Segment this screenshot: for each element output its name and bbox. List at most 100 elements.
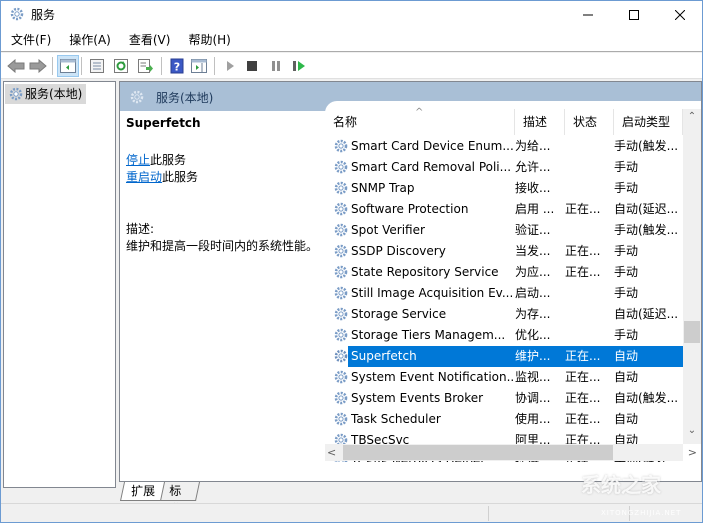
service-row[interactable]: Software Protection 启用 ... 正在... 自动(延迟...: [325, 199, 683, 220]
toolbar-separator: [81, 57, 82, 75]
service-description-cell: 协调...: [515, 391, 551, 405]
minimize-icon: [583, 14, 593, 15]
service-row[interactable]: State Repository Service 为应... 正在... 手动: [325, 262, 683, 283]
column-header-name[interactable]: ^ 名称: [325, 107, 515, 135]
list-header: ^ 名称 描述 状态 启动类型: [325, 107, 683, 135]
service-row[interactable]: Storage Tiers Managem... 优化... 手动: [325, 325, 683, 346]
maximize-icon: [629, 9, 639, 20]
close-icon: [675, 9, 685, 20]
services-window: 服务 文件(F) 操作(A) 查看(V) 帮助(H) ? 服务(本地) 服务(本…: [0, 0, 703, 523]
vertical-scrollbar[interactable]: ⌃ ⌄: [683, 109, 701, 444]
menu-action[interactable]: 操作(A): [61, 28, 119, 52]
service-status-cell: 正在...: [565, 391, 601, 405]
service-startup-cell: 手动: [614, 328, 639, 342]
menu-view[interactable]: 查看(V): [121, 28, 179, 52]
service-name-cell: Still Image Acquisition Ev...: [351, 286, 514, 300]
refresh-button[interactable]: [110, 55, 132, 77]
service-row[interactable]: System Event Notification... 监视... 正在... 自动: [325, 367, 683, 388]
scroll-left-icon[interactable]: <: [327, 444, 336, 461]
export-list-button[interactable]: [134, 55, 156, 77]
service-status-cell: 正在...: [565, 265, 601, 279]
service-name-cell: State Repository Service: [351, 265, 499, 279]
service-name-cell: System Events Broker: [351, 391, 484, 405]
service-detail: Superfetch 停止此服务 重启动此服务 描述: 维护和提高一段时间内的系…: [126, 116, 322, 255]
service-startup-cell: 自动(触发...: [614, 391, 679, 405]
horizontal-scroll-thumb[interactable]: [343, 445, 613, 460]
show-hide-console-tree-button[interactable]: [57, 55, 79, 77]
minimize-button[interactable]: [565, 1, 611, 28]
status-separator: [488, 506, 489, 521]
pause-service-button[interactable]: [265, 55, 287, 77]
service-row[interactable]: Still Image Acquisition Ev... 启动... 手动: [325, 283, 683, 304]
resume-icon: [293, 61, 305, 71]
service-startup-cell: 自动(延迟...: [614, 202, 679, 216]
description-label: 描述:: [126, 222, 155, 236]
toolbar-separator: [214, 57, 215, 75]
export-list-icon: [138, 59, 153, 73]
tab-extended[interactable]: 扩展: [119, 482, 167, 501]
service-status-cell: 正在...: [565, 349, 601, 363]
tree-item-label: 服务(本地): [25, 87, 83, 101]
maximize-button[interactable]: [611, 1, 657, 28]
scroll-right-icon[interactable]: >: [688, 444, 697, 461]
show-action-pane-button[interactable]: [188, 55, 210, 77]
service-name-cell: SSDP Discovery: [351, 244, 446, 258]
resume-service-button[interactable]: [288, 55, 310, 77]
back-icon: [7, 59, 25, 73]
service-startup-cell: 自动(延迟...: [614, 307, 679, 321]
service-startup-cell: 手动: [614, 160, 639, 174]
service-description-cell: 验证...: [515, 223, 551, 237]
services-gear-icon: [8, 86, 24, 108]
service-row[interactable]: System Events Broker 协调... 正在... 自动(触发...: [325, 388, 683, 409]
stop-service-button[interactable]: [241, 55, 263, 77]
scroll-up-icon[interactable]: ⌃: [683, 111, 701, 128]
service-status-cell: 正在...: [565, 412, 601, 426]
watermark-url: XITONGZHIJIA.NET: [601, 509, 682, 517]
back-button[interactable]: [5, 55, 27, 77]
pause-icon: [272, 61, 280, 71]
horizontal-scrollbar[interactable]: < >: [325, 444, 697, 461]
scroll-down-icon[interactable]: ⌄: [683, 425, 701, 442]
restart-service-link[interactable]: 重启动: [126, 170, 162, 184]
forward-button[interactable]: [27, 55, 49, 77]
service-description-cell: 当发...: [515, 244, 551, 258]
console-tree: 服务(本地): [3, 81, 116, 488]
service-row[interactable]: SNMP Trap 接收... 手动: [325, 178, 683, 199]
toolbar: ?: [1, 53, 702, 79]
title-bar: 服务: [1, 1, 702, 28]
service-row[interactable]: Spot Verifier 验证... 手动(触发...: [325, 220, 683, 241]
service-row[interactable]: Smart Card Removal Poli... 允许... 手动: [325, 157, 683, 178]
properties-button[interactable]: [86, 55, 108, 77]
service-description-cell: 为应...: [515, 265, 551, 279]
vertical-scroll-thumb[interactable]: [684, 321, 700, 343]
service-row[interactable]: Task Scheduler 使用... 正在... 自动: [325, 409, 683, 430]
service-startup-cell: 自动: [614, 412, 639, 426]
restart-suffix: 此服务: [162, 170, 199, 184]
column-header-startup-type[interactable]: 启动类型: [614, 109, 683, 135]
service-name-cell: SNMP Trap: [351, 181, 415, 195]
window-title: 服务: [31, 8, 56, 22]
service-row[interactable]: Superfetch 维护... 正在... 自动: [325, 346, 683, 367]
column-header-description[interactable]: 描述: [515, 109, 565, 135]
menu-bar: 文件(F) 操作(A) 查看(V) 帮助(H): [1, 28, 702, 52]
service-name-cell: Spot Verifier: [351, 223, 425, 237]
close-button[interactable]: [657, 1, 703, 28]
help-button[interactable]: ?: [166, 55, 188, 77]
menu-help[interactable]: 帮助(H): [180, 28, 238, 52]
service-row[interactable]: Smart Card Device Enum... 为给... 手动(触发...: [325, 136, 683, 157]
start-service-button[interactable]: [219, 55, 241, 77]
tab-standard[interactable]: 标准: [159, 482, 201, 516]
service-name-cell: Superfetch: [351, 349, 417, 363]
column-header-status[interactable]: 状态: [565, 109, 614, 135]
menu-file[interactable]: 文件(F): [3, 28, 59, 52]
service-status-cell: 正在...: [565, 202, 601, 216]
tree-item-services-local[interactable]: 服务(本地): [5, 84, 87, 104]
service-row[interactable]: Storage Service 为存... 自动(延迟...: [325, 304, 683, 325]
service-startup-cell: 手动(触发...: [614, 223, 679, 237]
service-status-cell: 正在...: [565, 370, 601, 384]
stop-service-link[interactable]: 停止: [126, 153, 150, 167]
service-row[interactable]: SSDP Discovery 当发... 正在... 手动: [325, 241, 683, 262]
service-status-cell: 正在...: [565, 244, 601, 258]
service-startup-cell: 手动(触发...: [614, 139, 679, 153]
service-description-cell: 维护...: [515, 349, 551, 363]
